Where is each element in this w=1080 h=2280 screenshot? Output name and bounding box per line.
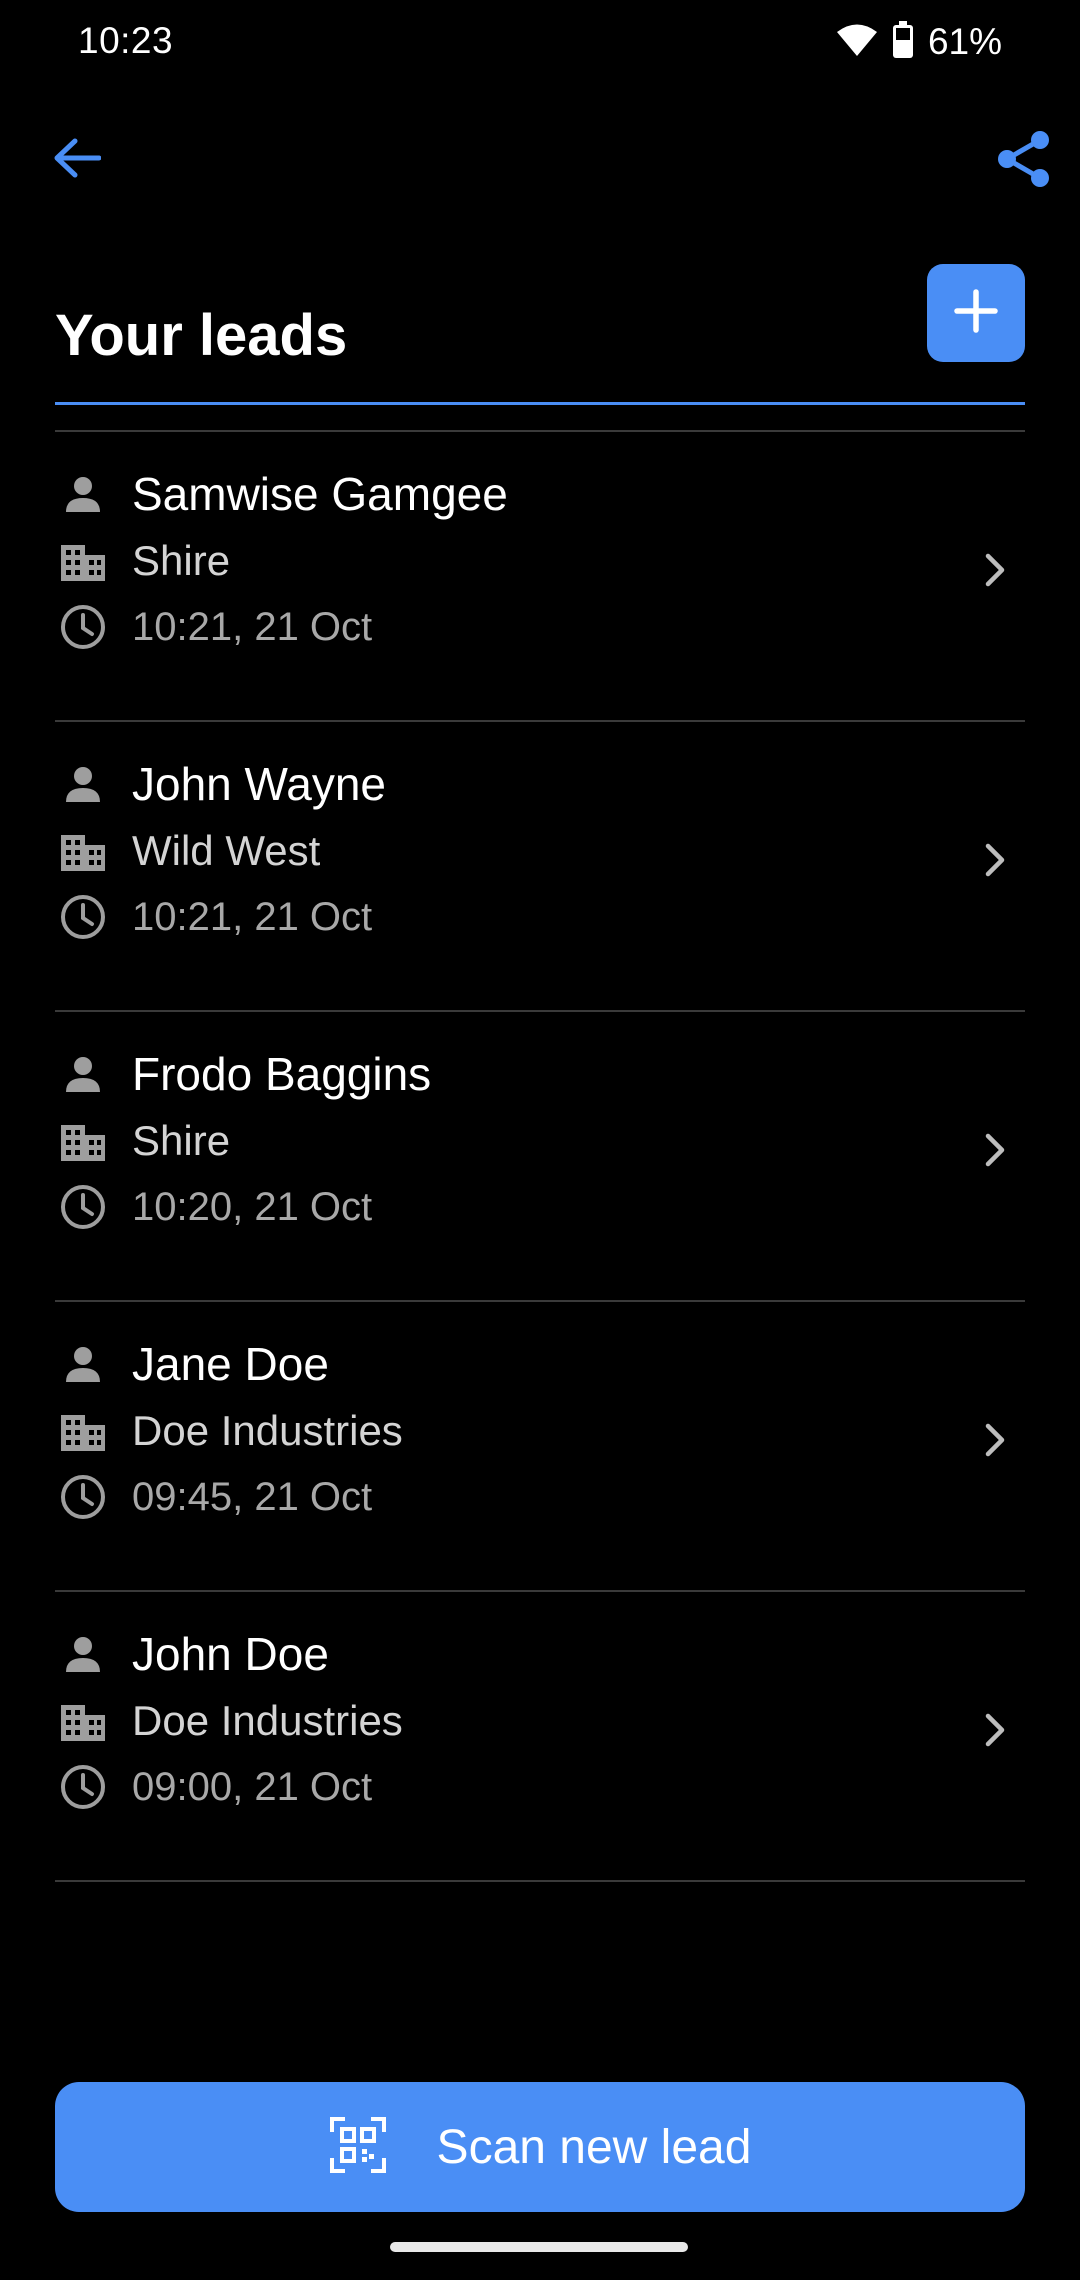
- lead-list-item[interactable]: Samwise Gamgee Shire 10:21, 21 Oct: [55, 432, 1025, 722]
- battery-icon: [892, 20, 914, 64]
- scan-new-lead-label: Scan new lead: [436, 2120, 752, 2174]
- clock-icon: [55, 1179, 111, 1235]
- lead-name: John Wayne: [132, 758, 386, 810]
- leads-list[interactable]: Shire10:22, 21 Oct Samwise Gamgee Shire 10:…: [55, 405, 1025, 2057]
- share-button[interactable]: [986, 126, 1060, 196]
- status-time: 10:23: [78, 20, 174, 61]
- chevron-right-icon: [975, 1130, 1015, 1170]
- person-icon: [55, 1336, 111, 1392]
- lead-company: Doe Industries: [132, 1407, 403, 1454]
- share-icon: [996, 130, 1050, 193]
- lead-list-item[interactable]: Jane Doe Doe Industries 09:45, 21 Oct: [55, 1302, 1025, 1592]
- building-icon: [55, 1693, 111, 1749]
- status-indicators: 61%: [836, 18, 1002, 66]
- lead-time-row: 10:21, 21 Oct: [55, 889, 372, 945]
- lead-time-row: 09:45, 21 Oct: [55, 1469, 372, 1525]
- lead-company: Shire: [132, 537, 231, 584]
- chevron-right-icon: [975, 1710, 1015, 1750]
- building-icon: [55, 1113, 111, 1169]
- chevron-right-icon: [975, 1420, 1015, 1460]
- lead-company: Wild West: [132, 827, 321, 874]
- qr-scan-icon: [329, 2116, 387, 2179]
- person-icon: [55, 466, 111, 522]
- lead-name-row: Frodo Baggins: [55, 1046, 431, 1102]
- chevron-right-icon: [975, 840, 1015, 880]
- add-lead-button[interactable]: [927, 264, 1025, 362]
- lead-list-item[interactable]: John Doe Doe Industries 09:00, 21 Oct: [55, 1592, 1025, 1882]
- lead-company: Doe Industries: [132, 1697, 403, 1744]
- top-app-bar: [0, 110, 1080, 210]
- lead-time: 09:00, 21 Oct: [132, 1764, 373, 1809]
- clock-icon: [55, 599, 111, 655]
- lead-company-row: Doe Industries: [55, 1693, 403, 1749]
- chevron-right-icon: [975, 550, 1015, 590]
- leads-header: Your leads: [55, 262, 1025, 405]
- lead-company-row: Wild West: [55, 823, 320, 879]
- lead-list-item[interactable]: John Wayne Wild West 10:21, 21 Oct: [55, 722, 1025, 1012]
- lead-time: 10:21, 21 Oct: [132, 894, 373, 939]
- lead-name-row: Jane Doe: [55, 1336, 329, 1392]
- page-title: Your leads: [55, 303, 348, 368]
- battery-percentage: 61%: [927, 21, 1002, 62]
- lead-time: 09:45, 21 Oct: [132, 1474, 373, 1519]
- lead-company: Shire: [132, 1117, 231, 1164]
- building-icon: [55, 1403, 111, 1459]
- clock-icon: [55, 1759, 111, 1815]
- lead-company-row: Doe Industries: [55, 1403, 403, 1459]
- lead-name-row: John Doe: [55, 1626, 329, 1682]
- lead-name: Samwise Gamgee: [132, 468, 508, 520]
- plus-icon: [954, 288, 998, 338]
- back-button[interactable]: [40, 130, 114, 190]
- status-bar: 10:23 61%: [0, 0, 1080, 84]
- building-icon: [55, 533, 111, 589]
- leads-list-content: Shire10:22, 21 Oct Samwise Gamgee Shire 10:…: [55, 405, 1025, 1882]
- home-indicator[interactable]: [390, 2242, 688, 2252]
- lead-name-row: Samwise Gamgee: [55, 466, 508, 522]
- wifi-icon: [836, 23, 878, 62]
- lead-name: Jane Doe: [132, 1338, 329, 1390]
- person-icon: [55, 1626, 111, 1682]
- lead-company-row: Shire: [55, 533, 230, 589]
- lead-time-row: 10:20, 21 Oct: [55, 1179, 372, 1235]
- lead-time: 10:20, 21 Oct: [132, 1184, 373, 1229]
- lead-name: Frodo Baggins: [132, 1048, 432, 1100]
- lead-list-item[interactable]: Frodo Baggins Shire 10:20, 21 Oct: [55, 1012, 1025, 1302]
- lead-name-row: John Wayne: [55, 756, 386, 812]
- lead-time-row: 09:00, 21 Oct: [55, 1759, 372, 1815]
- scan-new-lead-button[interactable]: Scan new lead: [55, 2082, 1025, 2212]
- arrow-back-icon: [53, 138, 102, 183]
- lead-name: John Doe: [132, 1628, 329, 1680]
- lead-time-row: 10:21, 21 Oct: [55, 599, 372, 655]
- lead-time: 10:21, 21 Oct: [132, 604, 373, 649]
- person-icon: [55, 756, 111, 812]
- person-icon: [55, 1046, 111, 1102]
- building-icon: [55, 823, 111, 879]
- clock-icon: [55, 889, 111, 945]
- lead-list-item[interactable]: Shire10:22, 21 Oct: [55, 405, 1025, 432]
- clock-icon: [55, 1469, 111, 1525]
- lead-company-row: Shire: [55, 1113, 230, 1169]
